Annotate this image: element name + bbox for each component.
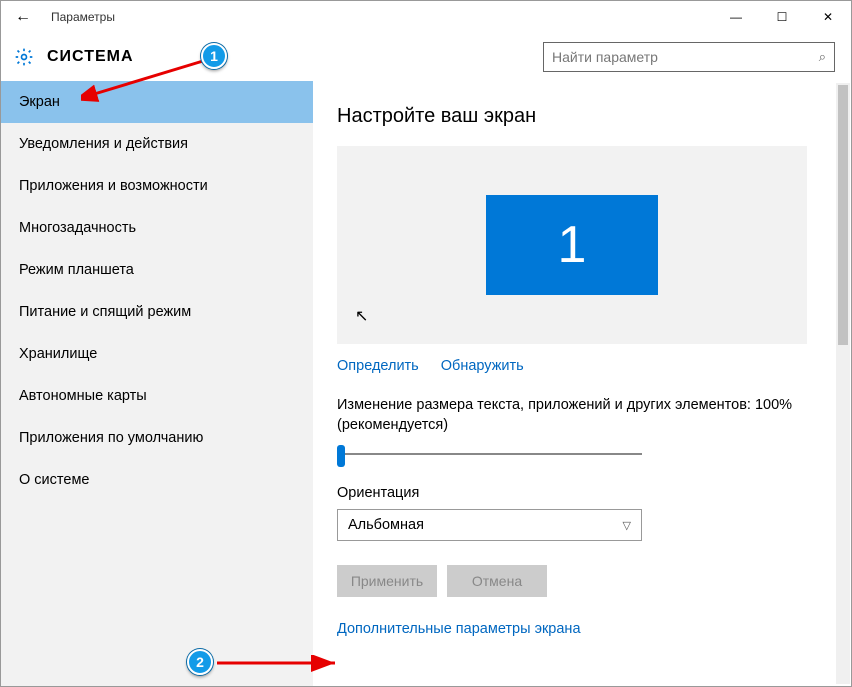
sidebar-item-label: Автономные карты: [19, 388, 147, 404]
sidebar-item-label: Уведомления и действия: [19, 136, 188, 152]
display-preview[interactable]: 1 ↖: [337, 146, 807, 344]
sidebar-item-label: Хранилище: [19, 346, 97, 362]
apply-button: Применить: [337, 565, 437, 597]
sidebar-item-label: Многозадачность: [19, 220, 136, 236]
cancel-button: Отмена: [447, 565, 547, 597]
back-icon: ←: [15, 8, 31, 26]
sidebar-item-offline-maps[interactable]: Автономные карты: [1, 375, 313, 417]
cursor-icon: ↖: [355, 306, 368, 326]
header: СИСТЕМА ⌕: [1, 33, 851, 81]
display-actions: Определить Обнаружить: [337, 358, 827, 374]
scale-slider[interactable]: [337, 445, 642, 465]
content: Настройте ваш экран 1 ↖ Определить Обнар…: [313, 81, 851, 686]
monitor-number: 1: [558, 215, 587, 275]
search-icon: ⌕: [819, 49, 826, 65]
sidebar-item-label: Приложения и возможности: [19, 178, 208, 194]
window-title: Параметры: [51, 10, 115, 24]
maximize-button[interactable]: ☐: [759, 1, 805, 33]
identify-link[interactable]: Определить: [337, 358, 419, 374]
orientation-select[interactable]: Альбомная ▽: [337, 509, 642, 541]
minimize-icon: —: [730, 10, 742, 24]
scale-label: Изменение размера текста, приложений и д…: [337, 396, 807, 435]
window-controls: — ☐ ✕: [713, 1, 851, 33]
back-button[interactable]: ←: [1, 1, 45, 33]
detect-link[interactable]: Обнаружить: [441, 358, 524, 374]
cancel-label: Отмена: [472, 573, 522, 589]
sidebar: Экран Уведомления и действия Приложения …: [1, 81, 313, 686]
sidebar-item-about[interactable]: О системе: [1, 459, 313, 501]
titlebar: ← Параметры — ☐ ✕: [1, 1, 851, 33]
annotation-callout-1: 1: [201, 43, 227, 69]
page-heading: СИСТЕМА: [47, 48, 134, 66]
sidebar-item-label: Приложения по умолчанию: [19, 430, 203, 446]
slider-thumb[interactable]: [337, 445, 345, 467]
orientation-value: Альбомная: [348, 517, 424, 533]
sidebar-item-default-apps[interactable]: Приложения по умолчанию: [1, 417, 313, 459]
sidebar-item-label: Режим планшета: [19, 262, 134, 278]
sidebar-item-display[interactable]: Экран: [1, 81, 313, 123]
gear-icon: [13, 46, 35, 68]
orientation-label: Ориентация: [337, 485, 827, 501]
search-box[interactable]: ⌕: [543, 42, 835, 72]
content-title: Настройте ваш экран: [337, 105, 827, 128]
annotation-callout-2: 2: [187, 649, 213, 675]
maximize-icon: ☐: [777, 10, 788, 24]
scrollbar-thumb[interactable]: [838, 85, 848, 345]
advanced-display-link[interactable]: Дополнительные параметры экрана: [337, 621, 827, 637]
body: Экран Уведомления и действия Приложения …: [1, 81, 851, 686]
sidebar-item-multitasking[interactable]: Многозадачность: [1, 207, 313, 249]
sidebar-item-tablet-mode[interactable]: Режим планшета: [1, 249, 313, 291]
button-row: Применить Отмена: [337, 565, 827, 597]
sidebar-item-power-sleep[interactable]: Питание и спящий режим: [1, 291, 313, 333]
minimize-button[interactable]: —: [713, 1, 759, 33]
sidebar-item-label: Экран: [19, 94, 60, 110]
close-button[interactable]: ✕: [805, 1, 851, 33]
slider-track: [337, 453, 642, 455]
sidebar-item-label: Питание и спящий режим: [19, 304, 191, 320]
apply-label: Применить: [351, 573, 423, 589]
monitor-tile[interactable]: 1: [486, 195, 658, 295]
sidebar-item-storage[interactable]: Хранилище: [1, 333, 313, 375]
sidebar-item-apps-features[interactable]: Приложения и возможности: [1, 165, 313, 207]
scrollbar[interactable]: [836, 83, 850, 684]
chevron-down-icon: ▽: [623, 519, 631, 532]
sidebar-item-notifications[interactable]: Уведомления и действия: [1, 123, 313, 165]
sidebar-item-label: О системе: [19, 472, 89, 488]
search-input[interactable]: [552, 43, 819, 71]
close-icon: ✕: [823, 10, 833, 24]
